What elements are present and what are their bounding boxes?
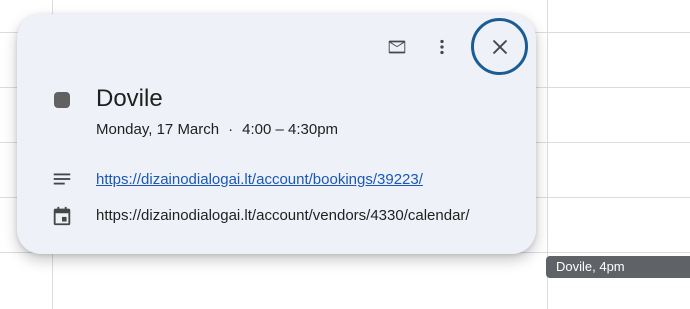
email-guests-button[interactable] bbox=[377, 27, 417, 67]
event-tooltip: Dovile, 4pm bbox=[546, 256, 690, 278]
calendar-icon bbox=[53, 206, 71, 226]
event-date: Monday, 17 March bbox=[96, 121, 220, 138]
close-button[interactable] bbox=[471, 18, 528, 75]
calendar-view: Dovile Monday, 17 March · 4:00 – 4:30pm ht… bbox=[0, 0, 690, 309]
event-title: Dovile bbox=[96, 85, 163, 112]
calendar-url: https://dizainodialogai.lt/account/vendo… bbox=[96, 207, 470, 224]
more-vert-icon bbox=[440, 39, 444, 55]
event-time: 4:00 – 4:30pm bbox=[242, 121, 339, 138]
close-icon bbox=[492, 39, 507, 54]
event-details-popup: Dovile Monday, 17 March · 4:00 – 4:30pm ht… bbox=[17, 14, 536, 254]
description-icon bbox=[53, 173, 71, 185]
datetime-separator: · bbox=[228, 121, 234, 138]
more-options-button[interactable] bbox=[422, 27, 462, 67]
event-datetime: Monday, 17 March · 4:00 – 4:30pm bbox=[96, 120, 338, 140]
email-icon bbox=[388, 40, 406, 54]
event-color-swatch bbox=[54, 92, 70, 108]
description-link[interactable]: https://dizainodialogai.lt/account/booki… bbox=[96, 170, 423, 190]
